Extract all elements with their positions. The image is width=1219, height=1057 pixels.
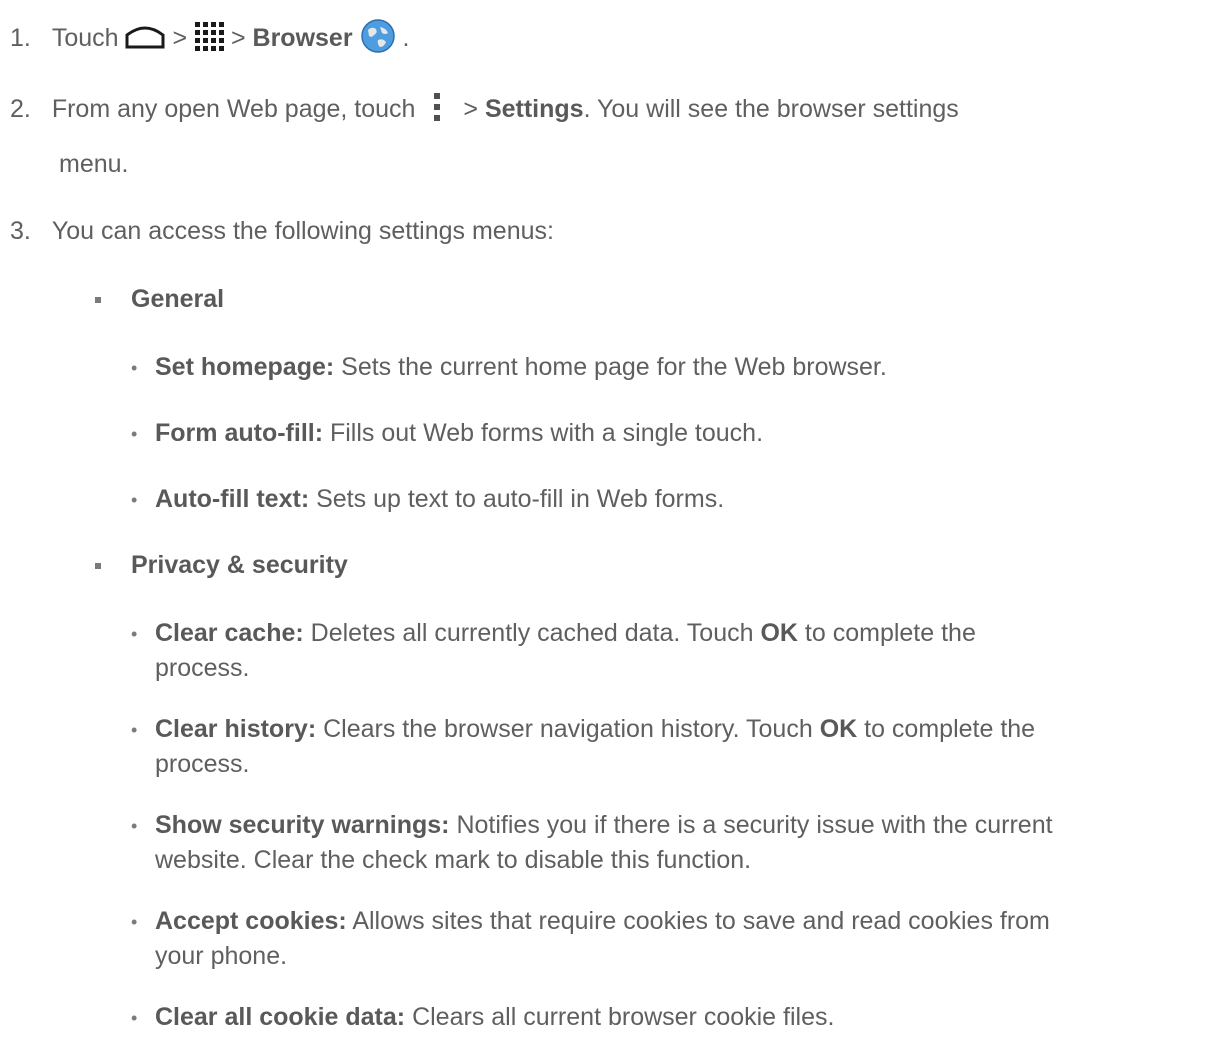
list-item-accept-cookies: Accept cookies: Allows sites that requir… xyxy=(155,907,1050,935)
home-icon xyxy=(125,23,165,56)
apps-grid-icon xyxy=(194,21,224,58)
square-bullet xyxy=(95,563,101,569)
list-item-auto-fill-text: Auto-fill text: Sets up text to auto-fil… xyxy=(155,485,725,513)
step-3-text: You can access the following settings me… xyxy=(51,217,554,245)
list-item-show-security-warnings-wrap: website. Clear the check mark to disable… xyxy=(155,846,752,874)
list-item-clear-cache-wrap: process. xyxy=(155,654,250,682)
step-2-text-before: From any open Web page, touch xyxy=(51,95,416,124)
step-1-touch-text: Touch xyxy=(51,24,119,53)
step-3: 3. You can access the following settings… xyxy=(10,217,554,246)
step-1-browser-label: Browser xyxy=(252,24,353,53)
section-heading-privacy-security: Privacy & security xyxy=(131,551,348,579)
dot-bullet: • xyxy=(131,816,138,836)
step-1-sep-1: > xyxy=(172,24,188,53)
step-2-number: 2. xyxy=(10,95,31,124)
step-2-sep: > xyxy=(463,95,478,124)
list-item-show-security-warnings: Show security warnings: Notifies you if … xyxy=(155,811,1053,839)
document-page: { "steps": [ { "number": "1.", "touch": … xyxy=(0,0,1219,1057)
step-3-number: 3. xyxy=(10,217,31,245)
step-1-number: 1. xyxy=(10,24,31,53)
dot-bullet: • xyxy=(131,912,138,932)
dot-bullet: • xyxy=(131,358,138,378)
list-item-accept-cookies-wrap: your phone. xyxy=(155,942,288,970)
list-item-clear-all-cookie-data: Clear all cookie data: Clears all curren… xyxy=(155,1003,835,1031)
section-heading-general: General xyxy=(131,285,225,313)
dot-bullet: • xyxy=(131,424,138,444)
list-item-set-homepage: Set homepage: Sets the current home page… xyxy=(155,353,887,381)
list-item-clear-cache: Clear cache: Deletes all currently cache… xyxy=(155,619,976,647)
step-2-settings-label: Settings xyxy=(484,95,584,124)
step-2-wrap-line: menu. xyxy=(59,150,129,178)
step-1-end: . xyxy=(402,24,410,53)
menu-dots-icon xyxy=(432,92,442,129)
list-item-clear-history-wrap: process. xyxy=(155,750,250,778)
step-1-sep-2: > xyxy=(230,24,246,53)
dot-bullet: • xyxy=(131,720,138,740)
dot-bullet: • xyxy=(131,1008,138,1028)
list-item-clear-history: Clear history: Clears the browser naviga… xyxy=(155,715,1036,743)
list-item-form-auto-fill: Form auto-fill: Fills out Web forms with… xyxy=(155,419,764,447)
step-2-text-after: . You will see the browser settings xyxy=(583,95,959,124)
globe-icon xyxy=(360,18,396,61)
dot-bullet: • xyxy=(131,624,138,644)
step-1: 1. Touch > > Browser . xyxy=(10,18,409,61)
dot-bullet: • xyxy=(131,490,138,510)
step-2: 2. From any open Web page, touch > Setti… xyxy=(10,92,959,129)
square-bullet xyxy=(95,297,101,303)
